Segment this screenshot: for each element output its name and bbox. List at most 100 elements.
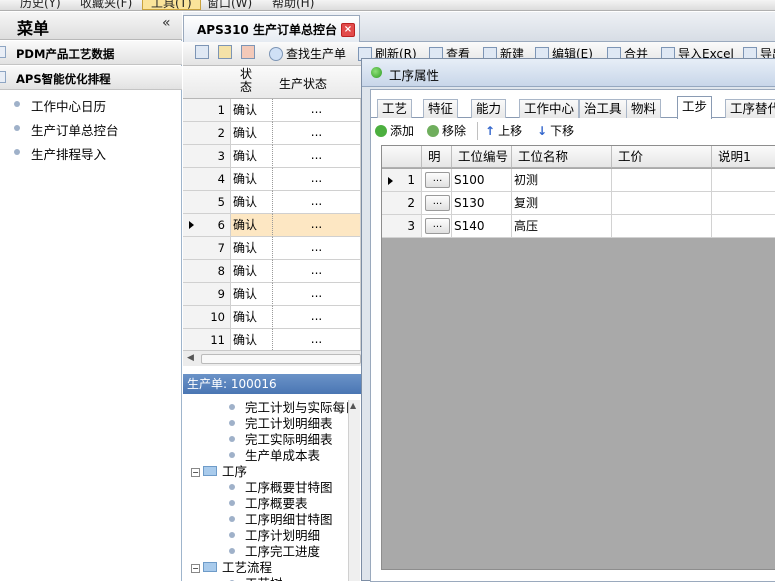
scroll-up-icon[interactable]: ▲ bbox=[350, 401, 356, 410]
bullet-icon bbox=[229, 548, 235, 554]
sidebar-item-order-console[interactable]: 生产订单总控台 bbox=[0, 116, 182, 140]
row-number: 4 bbox=[183, 168, 231, 191]
collapse-icon[interactable]: − bbox=[191, 564, 200, 573]
ellipsis-button[interactable]: ... bbox=[425, 172, 450, 188]
dialog-tab[interactable]: 物料 bbox=[626, 99, 662, 118]
ellipsis-button[interactable]: ... bbox=[425, 218, 450, 234]
column-header-status[interactable]: 状态 bbox=[237, 68, 255, 94]
menu-history[interactable]: 历史(Y) bbox=[20, 0, 61, 10]
production-status-cell[interactable]: ... bbox=[273, 214, 361, 237]
production-status-cell[interactable]: ... bbox=[273, 168, 361, 191]
status-cell[interactable]: 确认 bbox=[231, 168, 273, 191]
production-status-cell[interactable]: ... bbox=[273, 237, 361, 260]
table-row[interactable]: 4 确认... bbox=[183, 168, 361, 191]
process-properties-dialog: 工序属性 工艺 特征 能力 工作中心 治工具 物料 工步 工序替代 添加 移除 ↑ 上移 ↓ 下移… bbox=[361, 58, 775, 582]
dialog-tab[interactable]: 工步 bbox=[677, 96, 713, 119]
station-code-cell[interactable]: S100 bbox=[452, 169, 512, 192]
status-cell[interactable]: 确认 bbox=[231, 122, 273, 145]
price-cell[interactable] bbox=[612, 215, 712, 238]
move-up-button[interactable]: ↑ 上移 bbox=[485, 122, 522, 139]
menu-tools[interactable]: 工具(T) bbox=[142, 0, 201, 10]
dialog-body: 工艺 特征 能力 工作中心 治工具 物料 工步 工序替代 添加 移除 ↑ 上移 ↓ 下移 明工位编… bbox=[370, 89, 775, 582]
status-cell[interactable]: 确认 bbox=[231, 237, 273, 260]
scroll-left-icon[interactable]: ◀ bbox=[187, 353, 194, 363]
production-status-cell[interactable]: ... bbox=[273, 260, 361, 283]
station-code-cell[interactable]: S130 bbox=[452, 192, 512, 215]
dialog-title-bar[interactable]: 工序属性 bbox=[362, 59, 775, 87]
collapse-icon[interactable]: − bbox=[191, 468, 200, 477]
table-row[interactable]: 3 确认... bbox=[183, 145, 361, 168]
dialog-tab[interactable]: 治工具 bbox=[579, 99, 627, 118]
production-status-cell[interactable]: ... bbox=[273, 145, 361, 168]
horizontal-scrollbar[interactable]: ◀ bbox=[183, 350, 361, 366]
table-row[interactable]: 6 确认... bbox=[183, 214, 361, 237]
tab-order-console[interactable]: APS310 生产订单总控台 × bbox=[183, 15, 360, 42]
status-cell[interactable]: 确认 bbox=[231, 145, 273, 168]
close-icon[interactable]: × bbox=[341, 23, 355, 37]
table-row[interactable]: 5 确认... bbox=[183, 191, 361, 214]
station-name-cell[interactable]: 初测 bbox=[512, 169, 612, 192]
menu-window[interactable]: 窗口(W) bbox=[207, 0, 252, 10]
status-cell[interactable]: 确认 bbox=[231, 260, 273, 283]
collapse-icon[interactable]: « bbox=[162, 15, 171, 31]
table-row[interactable]: 1 确认... bbox=[183, 99, 361, 122]
sidebar-item-schedule-import[interactable]: 生产排程导入 bbox=[0, 140, 182, 164]
status-cell[interactable]: 确认 bbox=[231, 306, 273, 329]
sidebar-item-work-center-calendar[interactable]: 工作中心日历 bbox=[0, 92, 182, 116]
tree-item[interactable]: 工艺树 bbox=[229, 573, 283, 581]
find-order-label: 查找生产单 bbox=[286, 47, 347, 61]
note-cell[interactable] bbox=[712, 192, 775, 215]
production-status-cell[interactable]: ... bbox=[273, 122, 361, 145]
column-header-production-status[interactable]: 生产状态 bbox=[279, 75, 327, 92]
station-name-cell[interactable]: 复测 bbox=[512, 192, 612, 215]
dialog-tab[interactable]: 特征 bbox=[423, 99, 459, 118]
table-row[interactable]: 8 确认... bbox=[183, 260, 361, 283]
note-cell[interactable] bbox=[712, 215, 775, 238]
dialog-tabs: 工艺 特征 能力 工作中心 治工具 物料 工步 工序替代 bbox=[371, 96, 775, 119]
column-header[interactable]: 工价 bbox=[612, 146, 712, 168]
table-row[interactable]: 9 确认... bbox=[183, 283, 361, 306]
tree-scrollbar[interactable]: ▲ bbox=[348, 400, 360, 581]
remove-button[interactable]: 移除 bbox=[427, 122, 466, 139]
add-button[interactable]: 添加 bbox=[375, 122, 414, 139]
production-status-cell[interactable]: ... bbox=[273, 283, 361, 306]
menu-favorites[interactable]: 收藏夹(F) bbox=[80, 0, 132, 10]
column-header[interactable]: 说明1 bbox=[712, 146, 775, 168]
menu-help[interactable]: 帮助(H) bbox=[272, 0, 314, 10]
production-status-cell[interactable]: ... bbox=[273, 306, 361, 329]
status-cell[interactable]: 确认 bbox=[231, 99, 273, 122]
nav-first-icon[interactable] bbox=[195, 45, 212, 63]
dialog-tab[interactable]: 工艺 bbox=[377, 99, 413, 118]
row-number: 9 bbox=[183, 283, 231, 306]
dialog-tab[interactable]: 能力 bbox=[471, 99, 507, 118]
production-status-cell[interactable]: ... bbox=[273, 99, 361, 122]
find-order-button[interactable]: 查找生产单 bbox=[269, 45, 346, 63]
table-row[interactable]: 11 确认... bbox=[183, 329, 361, 350]
production-status-cell[interactable]: ... bbox=[273, 329, 361, 350]
price-cell[interactable] bbox=[612, 169, 712, 192]
note-cell[interactable] bbox=[712, 169, 775, 192]
table-row[interactable]: 7 确认... bbox=[183, 237, 361, 260]
sidebar-group-aps[interactable]: APS智能优化排程 bbox=[0, 66, 182, 90]
nav-sort-icon[interactable] bbox=[218, 45, 235, 63]
status-cell[interactable]: 确认 bbox=[231, 191, 273, 214]
status-cell[interactable]: 确认 bbox=[231, 214, 273, 237]
column-header[interactable]: 工位名称 bbox=[512, 146, 612, 168]
column-header[interactable]: 明 bbox=[422, 146, 452, 168]
sidebar-group-pdm[interactable]: PDM产品工艺数据 bbox=[0, 41, 182, 65]
nav-up-icon[interactable] bbox=[241, 45, 258, 63]
ellipsis-button[interactable]: ... bbox=[425, 195, 450, 211]
status-cell[interactable]: 确认 bbox=[231, 283, 273, 306]
station-name-cell[interactable]: 高压 bbox=[512, 215, 612, 238]
move-down-button[interactable]: ↓ 下移 bbox=[537, 122, 574, 139]
price-cell[interactable] bbox=[612, 192, 712, 215]
table-row[interactable]: 10 确认... bbox=[183, 306, 361, 329]
table-row[interactable]: 2 确认... bbox=[183, 122, 361, 145]
dialog-tab[interactable]: 工序替代 bbox=[725, 99, 775, 118]
status-cell[interactable]: 确认 bbox=[231, 329, 273, 350]
production-status-cell[interactable]: ... bbox=[273, 191, 361, 214]
dialog-tab[interactable]: 工作中心 bbox=[519, 99, 580, 118]
station-code-cell[interactable]: S140 bbox=[452, 215, 512, 238]
scroll-thumb[interactable] bbox=[201, 354, 361, 364]
column-header[interactable]: 工位编号 bbox=[452, 146, 512, 168]
